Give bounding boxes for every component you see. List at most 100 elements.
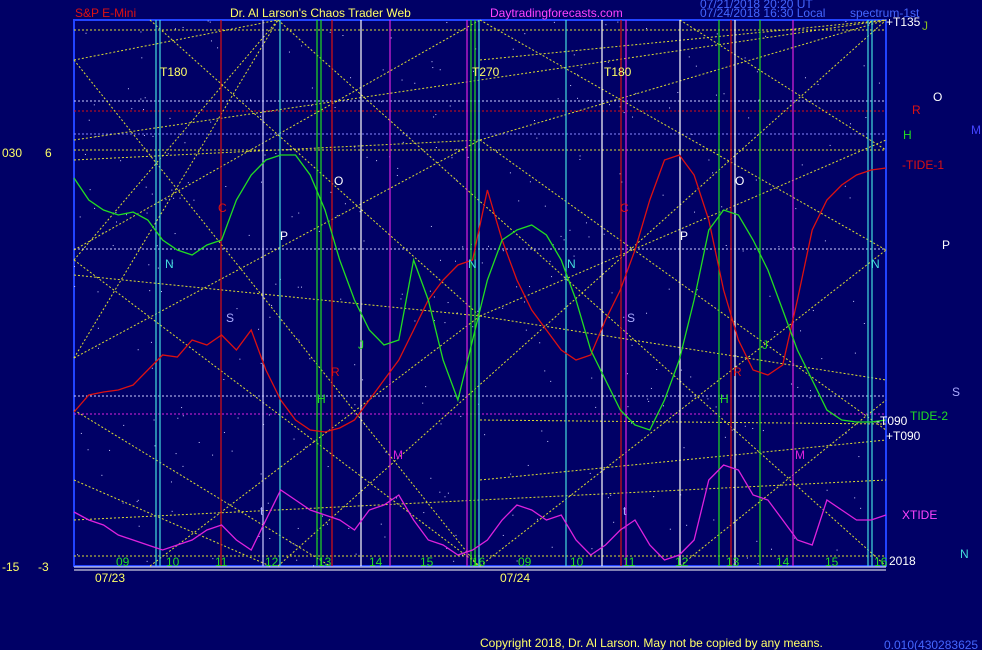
background-dot <box>97 291 99 293</box>
background-dot <box>686 524 688 526</box>
background-dot <box>77 554 79 556</box>
diagonal-cycle-lines <box>73 19 887 567</box>
background-dot <box>366 156 368 158</box>
site-url[interactable]: Daytradingforecasts.com <box>490 6 623 20</box>
background-dot <box>456 148 458 150</box>
background-dot <box>288 149 290 151</box>
background-dot <box>453 560 455 562</box>
date-label-1: 07/23 <box>95 571 125 585</box>
background-dot <box>152 135 154 137</box>
right-label-n: N <box>960 547 969 561</box>
planet-mark: O <box>334 174 343 188</box>
background-dot <box>396 174 398 176</box>
background-dot <box>544 370 546 372</box>
cycle-line <box>73 409 331 567</box>
background-dot <box>431 61 433 63</box>
background-dot <box>854 497 856 499</box>
background-dot <box>126 214 128 216</box>
background-dot <box>74 265 76 267</box>
background-dot <box>225 186 227 188</box>
background-dot <box>327 466 329 468</box>
right-label-h: H <box>903 128 912 142</box>
background-dot <box>439 259 441 261</box>
cycle-line <box>679 399 887 567</box>
background-dot <box>217 47 219 49</box>
background-dot <box>288 51 290 53</box>
background-dot <box>801 164 803 166</box>
planet-mark: S <box>226 311 234 325</box>
background-dot <box>138 525 140 527</box>
background-dot <box>756 71 758 73</box>
background-dot <box>94 207 96 209</box>
series-line <box>73 464 887 561</box>
background-dot <box>171 189 173 191</box>
background-dot <box>790 383 792 385</box>
background-dot <box>551 276 553 278</box>
right-label-r: R <box>912 103 921 117</box>
background-dot <box>435 146 437 148</box>
background-dot <box>207 20 209 22</box>
background-dot <box>439 491 441 493</box>
planet-mark: N <box>871 257 880 271</box>
cycle-line <box>479 19 887 251</box>
background-dot <box>298 339 300 341</box>
background-dot <box>236 308 238 310</box>
background-dot <box>193 199 195 201</box>
background-dot <box>804 77 806 79</box>
background-dot <box>810 390 812 392</box>
date-label-2: 07/24 <box>500 571 530 585</box>
background-dot <box>669 107 671 109</box>
background-dot <box>269 316 271 318</box>
background-dot <box>210 121 212 123</box>
background-dot <box>425 386 427 388</box>
background-dot <box>579 155 581 157</box>
background-dot <box>151 367 153 369</box>
chart-canvas: NSPOCRHJMtN NSPOCRHJMtN S&P E-Mini Dr. Al… <box>2 0 981 650</box>
hour-label: 12 <box>265 555 279 569</box>
background-dot <box>502 307 504 309</box>
horizontal-level-lines <box>74 29 886 557</box>
planet-mark: H <box>720 392 729 406</box>
background-dot <box>563 239 565 241</box>
cycle-line <box>73 19 279 61</box>
background-dot <box>809 397 811 399</box>
background-dot <box>275 153 277 155</box>
background-dot <box>557 98 559 100</box>
background-dot <box>414 320 416 322</box>
background-dot <box>765 35 767 37</box>
cycle-line <box>479 249 887 567</box>
background-dot <box>184 142 186 144</box>
background-dot <box>447 302 449 304</box>
background-dot <box>529 286 531 288</box>
background-dot <box>868 22 870 24</box>
background-dot <box>140 98 142 100</box>
background-dot <box>630 422 632 424</box>
background-dot <box>669 528 671 530</box>
cycle-line <box>73 19 887 141</box>
background-dot <box>723 93 725 95</box>
background-dot <box>878 82 880 84</box>
background-dot <box>182 26 184 28</box>
background-dot <box>613 521 615 523</box>
background-dot <box>89 189 91 191</box>
background-dot <box>744 57 746 59</box>
background-dot <box>573 54 575 56</box>
background-dot <box>712 172 714 174</box>
background-dot <box>326 523 328 525</box>
background-dot <box>795 208 797 210</box>
background-dot <box>414 82 416 84</box>
background-dot <box>502 534 504 536</box>
background-dot <box>137 499 139 501</box>
cycle-line <box>73 19 279 261</box>
background-dot <box>579 158 581 160</box>
background-dot <box>605 24 607 26</box>
planet-mark: C <box>218 201 227 215</box>
background-dot <box>844 185 846 187</box>
background-dot <box>608 104 610 106</box>
background-dot <box>708 159 710 161</box>
hour-label: 14 <box>369 555 383 569</box>
background-dot <box>539 342 541 344</box>
background-dot <box>141 57 143 59</box>
background-dot <box>318 230 320 232</box>
background-dot <box>433 116 435 118</box>
